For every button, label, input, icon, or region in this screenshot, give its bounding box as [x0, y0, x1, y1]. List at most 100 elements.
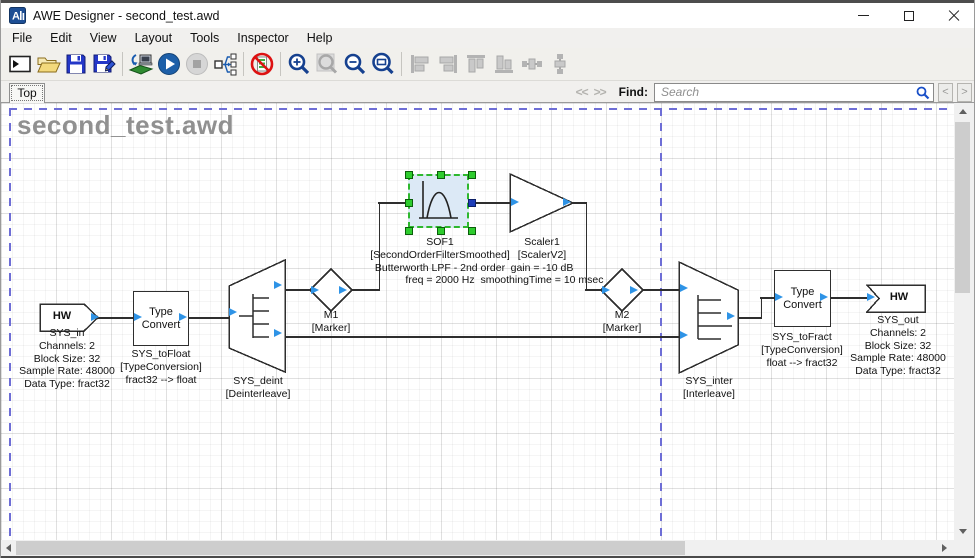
vertical-scrollbar[interactable] — [954, 103, 971, 540]
layout-boundary-top — [9, 108, 949, 110]
caption-sys-out: SYS_outChannels: 2Block Size: 32Sample R… — [728, 314, 954, 378]
scroll-left-arrow[interactable] — [6, 544, 11, 552]
menu-inspector[interactable]: Inspector — [228, 29, 297, 47]
zoom-out-button[interactable] — [341, 50, 369, 78]
tab-top[interactable]: Top — [9, 83, 45, 103]
save-as-button[interactable] — [90, 50, 118, 78]
app-icon: A — [9, 7, 26, 24]
input-pin[interactable] — [134, 313, 142, 321]
scroll-down-arrow[interactable] — [959, 529, 967, 534]
align-bottom-button[interactable] — [490, 50, 518, 78]
title-bar[interactable]: A AWE Designer - second_test.awd — [1, 3, 975, 28]
minimize-button[interactable] — [841, 3, 886, 28]
selection-handle[interactable] — [437, 171, 445, 179]
search-input[interactable] — [654, 83, 934, 102]
distribute-vertical-button[interactable] — [546, 50, 574, 78]
menu-edit[interactable]: Edit — [41, 29, 81, 47]
output-pin[interactable] — [91, 313, 99, 321]
align-right-icon — [435, 51, 461, 77]
scroll-up-arrow[interactable] — [959, 109, 967, 114]
menu-tools[interactable]: Tools — [181, 29, 228, 47]
layout-title: second_test.awd — [17, 110, 234, 141]
window-title: AWE Designer - second_test.awd — [33, 9, 219, 23]
find-label: Find: — [619, 85, 648, 99]
propagate-changes-icon — [212, 51, 238, 77]
find-next-button[interactable]: >> — [591, 85, 609, 99]
canvas[interactable]: second_test.awd HW SYS_inChannels: 2Bloc… — [1, 103, 954, 540]
input-pin[interactable] — [775, 293, 783, 301]
output-pin[interactable] — [468, 199, 476, 207]
input-pin[interactable] — [680, 284, 688, 292]
align-right-button[interactable] — [434, 50, 462, 78]
align-left-button[interactable] — [406, 50, 434, 78]
selection-handle[interactable] — [405, 171, 413, 179]
selection-handle[interactable] — [405, 227, 413, 235]
close-button[interactable] — [931, 3, 975, 28]
toolbar-separator — [122, 52, 123, 76]
wire[interactable] — [283, 336, 682, 338]
menu-file[interactable]: File — [3, 29, 41, 47]
run-button[interactable] — [155, 50, 183, 78]
distribute-horizontal-icon — [519, 51, 545, 77]
align-top-button[interactable] — [462, 50, 490, 78]
tab-bar: Top << >> Find: < > — [1, 81, 975, 103]
selection-handle[interactable] — [468, 171, 476, 179]
menu-help[interactable]: Help — [298, 29, 342, 47]
zoom-normal-icon — [314, 51, 340, 77]
selection-handle[interactable] — [437, 227, 445, 235]
save-icon — [63, 51, 89, 77]
minimize-icon — [858, 15, 869, 16]
save-button[interactable] — [62, 50, 90, 78]
maximize-button[interactable] — [886, 3, 931, 28]
wire[interactable] — [473, 202, 514, 204]
layout-boundary-left — [9, 108, 11, 540]
wire[interactable] — [829, 297, 870, 299]
menu-layout[interactable]: Layout — [126, 29, 182, 47]
zoom-in-button[interactable] — [285, 50, 313, 78]
sof1-body[interactable] — [408, 174, 469, 228]
right-gutter — [971, 103, 975, 540]
find-prev-button[interactable]: << — [573, 85, 591, 99]
new-layout-icon — [7, 51, 33, 77]
align-left-icon — [407, 51, 433, 77]
zoom-in-icon — [286, 51, 312, 77]
align-bottom-icon — [491, 51, 517, 77]
awe-designer-window: A AWE Designer - second_test.awd File Ed… — [0, 0, 975, 558]
connect-target-button[interactable] — [127, 50, 155, 78]
vertical-scroll-thumb[interactable] — [955, 122, 970, 293]
wire[interactable] — [97, 317, 135, 319]
output-pin[interactable] — [820, 293, 828, 301]
stop-icon — [184, 51, 210, 77]
horizontal-scrollbar[interactable] — [1, 540, 954, 556]
nav-next-button[interactable]: > — [957, 83, 972, 102]
stop-button[interactable] — [183, 50, 211, 78]
zoom-normal-button[interactable] — [313, 50, 341, 78]
input-pin[interactable] — [867, 293, 875, 301]
no-inspectors-button[interactable] — [248, 50, 276, 78]
caption-sys-inter: SYS_inter[Interleave] — [539, 375, 879, 401]
selection-handle[interactable] — [405, 199, 413, 207]
connect-target-icon — [128, 51, 154, 77]
menu-view[interactable]: View — [81, 29, 126, 47]
propagate-changes-button[interactable] — [211, 50, 239, 78]
caption-m1: M1[Marker] — [161, 309, 501, 335]
menu-bar: File Edit View Layout Tools Inspector He… — [1, 28, 975, 48]
horizontal-scroll-thumb[interactable] — [16, 541, 685, 555]
output-pin[interactable] — [563, 198, 571, 206]
zoom-region-icon — [370, 51, 396, 77]
close-icon — [948, 10, 960, 22]
open-file-button[interactable] — [34, 50, 62, 78]
nav-prev-button[interactable]: < — [938, 83, 953, 102]
selection-handle[interactable] — [468, 227, 476, 235]
output-pin[interactable] — [630, 286, 638, 294]
scroll-right-arrow[interactable] — [942, 544, 947, 552]
distribute-horizontal-button[interactable] — [518, 50, 546, 78]
new-layout-button[interactable] — [6, 50, 34, 78]
zoom-region-button[interactable] — [369, 50, 397, 78]
toolbar-separator — [280, 52, 281, 76]
input-pin[interactable] — [602, 286, 610, 294]
block-sys-in-label: HW — [42, 310, 82, 322]
input-pin[interactable] — [511, 198, 519, 206]
block-sof1[interactable] — [405, 171, 476, 235]
caption-scaler1: Scaler1[ScalerV2]gain = -10 dBsmoothingT… — [372, 236, 712, 287]
